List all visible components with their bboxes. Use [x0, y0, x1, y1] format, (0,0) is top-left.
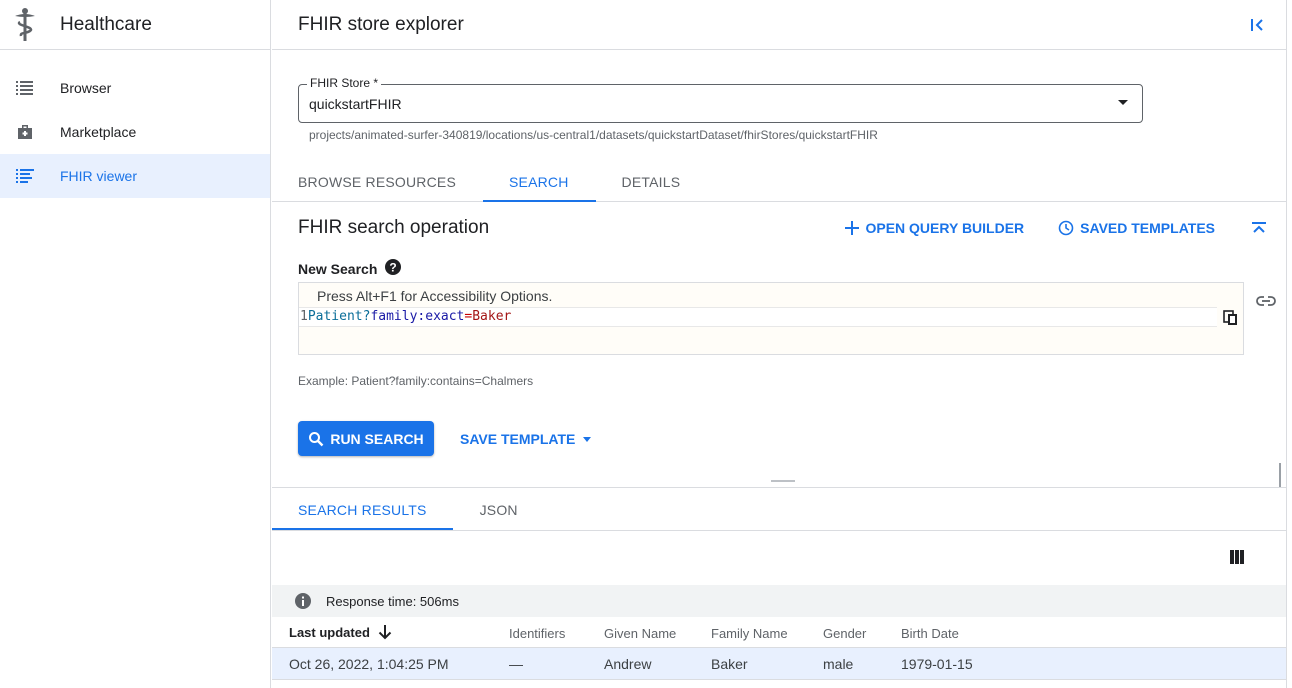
collapse-left-icon [1251, 18, 1263, 31]
list-icon [0, 80, 50, 96]
table-row[interactable]: Oct 26, 2022, 1:04:25 PM — Andrew Baker … [272, 648, 1287, 680]
column-given-name[interactable]: Given Name [604, 626, 676, 641]
run-search-label: RUN SEARCH [330, 430, 424, 447]
response-time-bar: Response time: 506ms [272, 585, 1287, 617]
query-example: Example: Patient?family:contains=Chalmer… [298, 374, 534, 388]
search-icon [309, 431, 324, 446]
tab-details[interactable]: DETAILS [622, 161, 681, 202]
sidebar-item-label: Marketplace [60, 124, 137, 140]
new-search-heading: New Search ? [298, 259, 402, 278]
sidebar-item-fhir-viewer[interactable]: FHIR viewer [0, 154, 270, 198]
cell-family-name: Baker [711, 656, 748, 672]
tab-search-results[interactable]: SEARCH RESULTS [272, 489, 453, 530]
scrollbar[interactable] [1279, 463, 1281, 487]
run-search-button[interactable]: RUN SEARCH [298, 421, 434, 456]
main-panel: FHIR store explorer FHIR Store * quickst… [272, 0, 1287, 688]
collapse-panel-button[interactable] [1245, 13, 1269, 37]
cell-last-updated: Oct 26, 2022, 1:04:25 PM [289, 656, 449, 672]
fhir-list-icon [0, 169, 50, 183]
dropdown-caret-icon [583, 436, 592, 442]
help-icon[interactable]: ? [385, 259, 402, 278]
collapse-up-icon [1252, 222, 1266, 233]
svg-text:?: ? [390, 261, 397, 275]
saved-templates-label: SAVED TEMPLATES [1080, 220, 1215, 236]
bag-icon [0, 124, 50, 140]
column-family-name[interactable]: Family Name [711, 626, 788, 641]
divider [272, 487, 1287, 488]
explorer-tabs: BROWSE RESOURCES SEARCH DETAILS [272, 161, 1287, 202]
page-title: FHIR store explorer [298, 13, 464, 35]
query-resource-token: Patient? [307, 309, 371, 324]
line-number: 1 [300, 309, 308, 324]
plus-icon [845, 221, 860, 235]
query-modifier-token: exact [425, 309, 465, 324]
response-time-text: Response time: 506ms [326, 593, 459, 609]
query-editor[interactable]: Press Alt+F1 for Accessibility Options. … [298, 282, 1244, 355]
query-param-token: family [370, 309, 418, 324]
cell-given-name: Andrew [604, 656, 652, 672]
dropdown-caret-icon [1118, 100, 1128, 105]
sidebar-item-label: FHIR viewer [60, 168, 138, 184]
editor-accessibility-hint: Press Alt+F1 for Accessibility Options. [317, 288, 553, 304]
healthcare-logo-icon [0, 7, 50, 43]
sidebar-header: Healthcare [0, 0, 270, 50]
sidebar-item-marketplace[interactable]: Marketplace [0, 110, 270, 154]
sidebar-title: Healthcare [60, 13, 152, 35]
columns-icon[interactable] [1229, 550, 1245, 567]
open-query-builder-button[interactable]: OPEN QUERY BUILDER [845, 220, 1024, 236]
column-label: Last updated [289, 624, 370, 640]
sidebar-nav: Browser Marketplace FHIR viewer [0, 50, 270, 198]
resize-handle[interactable] [771, 480, 795, 482]
collapse-search-button[interactable] [1249, 216, 1269, 240]
info-icon [295, 593, 311, 609]
query-value-token: Baker [472, 309, 512, 324]
fhir-store-select[interactable]: FHIR Store * quickstartFHIR [298, 76, 1143, 123]
copy-icon[interactable] [1223, 310, 1239, 329]
main-header: FHIR store explorer [272, 0, 1287, 50]
arrow-down-icon [378, 625, 392, 640]
column-last-updated[interactable]: Last updated [289, 624, 392, 640]
results-tabs: SEARCH RESULTS JSON [272, 489, 1287, 531]
sidebar-item-browser[interactable]: Browser [0, 66, 270, 110]
open-query-builder-label: OPEN QUERY BUILDER [865, 220, 1025, 236]
link-icon[interactable] [1256, 294, 1276, 310]
column-birth-date[interactable]: Birth Date [901, 626, 959, 641]
fhir-store-path: projects/animated-surfer-340819/location… [309, 128, 878, 142]
cell-birth-date: 1979-01-15 [901, 656, 973, 672]
column-identifiers[interactable]: Identifiers [509, 626, 565, 641]
save-template-label: SAVE TEMPLATE [460, 431, 576, 447]
editor-line[interactable]: 1Patient?family:exact=Baker [299, 307, 1217, 327]
clock-icon [1058, 220, 1074, 236]
sidebar-item-label: Browser [60, 80, 112, 96]
sidebar: Healthcare Browser Marketplace FHIR view… [0, 0, 271, 688]
search-section-title: FHIR search operation [298, 217, 490, 238]
results-table-header: Last updated Identifiers Given Name Fami… [272, 617, 1287, 648]
tab-search[interactable]: SEARCH [483, 161, 596, 202]
column-gender[interactable]: Gender [823, 626, 866, 641]
save-template-button[interactable]: SAVE TEMPLATE [460, 431, 592, 447]
tab-json[interactable]: JSON [480, 489, 518, 530]
cell-identifiers: — [509, 656, 523, 672]
fhir-store-value: quickstartFHIR [309, 96, 402, 112]
fhir-store-label: FHIR Store * [307, 76, 382, 90]
new-search-label: New Search [298, 260, 378, 277]
tab-browse-resources[interactable]: BROWSE RESOURCES [298, 161, 456, 202]
divider [1286, 0, 1287, 688]
cell-gender: male [823, 656, 854, 672]
search-actions: OPEN QUERY BUILDER SAVED TEMPLATES [845, 216, 1269, 240]
saved-templates-button[interactable]: SAVED TEMPLATES [1058, 220, 1215, 236]
